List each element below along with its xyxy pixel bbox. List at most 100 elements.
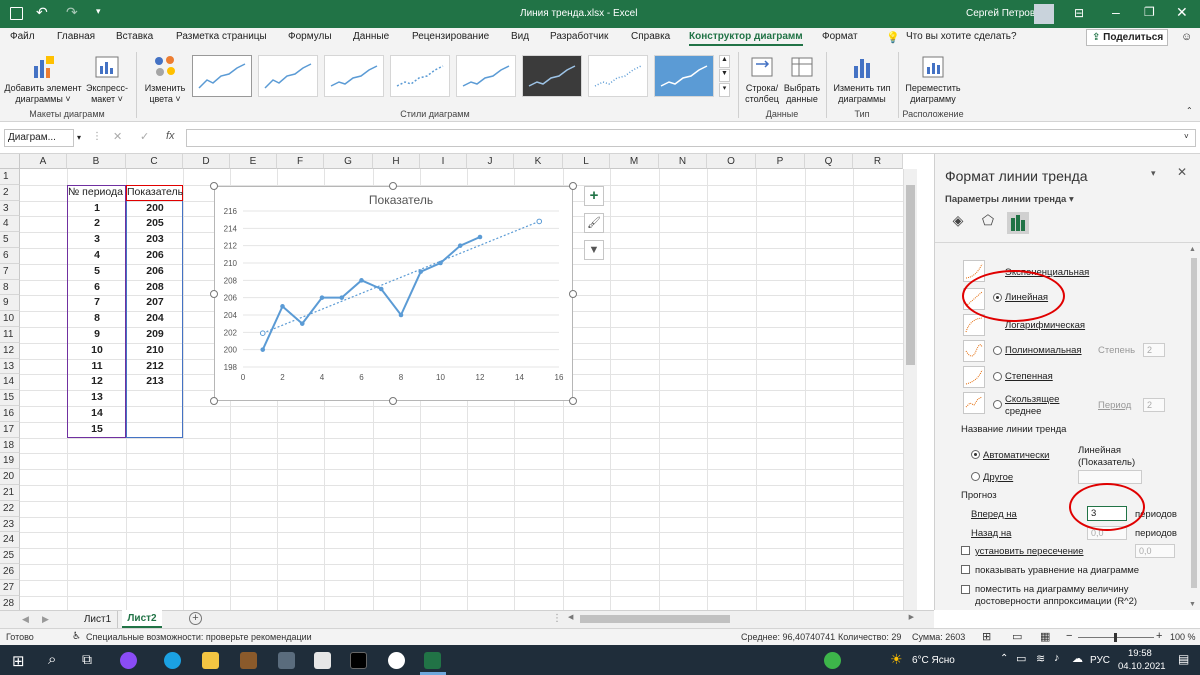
chart-style-3[interactable] (324, 55, 384, 97)
show-r2-label-1[interactable]: поместить на диаграмму величину (975, 584, 1129, 595)
value-cell[interactable]: 207 (127, 295, 183, 311)
row-header-17[interactable]: 17 (0, 421, 20, 438)
data-point[interactable] (359, 278, 364, 283)
column-header-h[interactable]: H (373, 154, 420, 169)
row-header-28[interactable]: 28 (0, 595, 20, 610)
sheet-tab-1[interactable]: Лист1 (78, 611, 118, 628)
language-indicator[interactable]: РУС (1090, 655, 1110, 666)
formula-input[interactable] (186, 129, 1196, 147)
row-header-25[interactable]: 25 (0, 548, 20, 564)
show-equation-checkbox[interactable] (961, 565, 970, 574)
row-header-26[interactable]: 26 (0, 564, 20, 580)
tray-chevron-icon[interactable]: ⌃ (1000, 653, 1008, 664)
quick-access-menu-icon[interactable]: ▾ (96, 6, 101, 17)
degree-spinner[interactable]: 2 (1143, 343, 1165, 357)
avatar[interactable] (1034, 4, 1054, 24)
column-header-p[interactable]: P (756, 154, 805, 169)
styles-more-icon[interactable]: ▾ (719, 83, 730, 97)
tab-page-layout[interactable]: Разметка страницы (176, 31, 267, 42)
row-header-12[interactable]: 12 (0, 342, 20, 359)
share-button[interactable]: ⇪ Поделиться (1086, 29, 1168, 46)
select-all-corner[interactable] (0, 154, 20, 169)
column-header-b[interactable]: B (67, 154, 126, 169)
worksheet-grid[interactable]: ABCDEFGHIJKLMNOPQR 1 2 3 4 5 6 7 8 9 10 11 12 13 14 15… (0, 154, 918, 610)
chart-style-7[interactable] (588, 55, 648, 97)
excel-taskbar-icon[interactable] (424, 652, 441, 669)
tell-me-search[interactable]: Что вы хотите сделать? (906, 31, 1017, 42)
styles-scroll-down-icon[interactable]: ▼ (719, 69, 730, 82)
period-spinner[interactable]: 2 (1143, 398, 1165, 412)
column-header-a[interactable]: A (20, 154, 67, 169)
windows-start-icon[interactable]: ⊞ (12, 652, 25, 670)
column-header-c[interactable]: C (126, 154, 183, 169)
fill-line-tab[interactable]: ◈ (947, 212, 969, 234)
undo-icon[interactable]: ↶ (36, 4, 48, 21)
name-box[interactable]: Диаграм... (4, 129, 74, 147)
data-point[interactable] (438, 260, 443, 266)
value-cell[interactable] (127, 390, 183, 406)
cloud-icon[interactable]: ☁ (1072, 652, 1083, 665)
clock-date[interactable]: 04.10.2021 (1118, 661, 1166, 672)
data-point[interactable] (280, 304, 285, 309)
period-cell[interactable]: 2 (68, 216, 126, 232)
row-header-1[interactable]: 1 (0, 169, 20, 185)
row-header-27[interactable]: 27 (0, 579, 20, 596)
column-header-e[interactable]: E (230, 154, 277, 169)
maximize-icon[interactable]: ❐ (1144, 5, 1155, 19)
redo-icon[interactable]: ↷ (66, 4, 78, 21)
column-header-f[interactable]: F (277, 154, 324, 169)
chart-style-6[interactable] (522, 55, 582, 97)
tab-format[interactable]: Формат (822, 31, 858, 42)
edge-icon[interactable] (164, 652, 181, 669)
option-moving-average-label-2[interactable]: среднее (1005, 406, 1041, 417)
accessibility-icon[interactable]: ♿ (72, 631, 81, 642)
chart-style-1[interactable] (192, 55, 252, 97)
minimize-icon[interactable]: – (1112, 4, 1120, 20)
chart-resize-handle[interactable] (389, 182, 397, 190)
data-point[interactable] (418, 269, 424, 274)
pane-scrollbar[interactable]: ▲ ▼ (1189, 246, 1199, 608)
intercept-checkbox[interactable] (961, 546, 970, 555)
option-power-label[interactable]: Степенная (1005, 371, 1053, 382)
zoom-out-icon[interactable]: − (1066, 630, 1072, 642)
clock-time[interactable]: 19:58 (1128, 648, 1152, 659)
period-cell[interactable]: 11 (68, 359, 126, 375)
row-header-7[interactable]: 7 (0, 263, 20, 280)
show-equation-label[interactable]: показывать уравнение на диаграмме (975, 565, 1139, 576)
tab-file[interactable]: Файл (10, 31, 35, 42)
close-icon[interactable]: ✕ (1176, 4, 1188, 21)
ribbon-display-icon[interactable]: ⊟ (1074, 6, 1084, 20)
tab-help[interactable]: Справка (631, 31, 670, 42)
intercept-label[interactable]: установить пересечение (975, 546, 1084, 557)
value-cell[interactable]: 213 (127, 374, 183, 390)
chart-resize-handle[interactable] (569, 397, 577, 405)
prev-sheet-icon[interactable]: ◀ (22, 614, 29, 625)
row-header-24[interactable]: 24 (0, 532, 20, 549)
tab-chart-design[interactable]: Конструктор диаграмм (689, 31, 803, 46)
row-header-11[interactable]: 11 (0, 327, 20, 343)
intercept-input[interactable]: 0,0 (1135, 544, 1175, 558)
vertical-scrollbar[interactable] (903, 169, 917, 610)
row-header-8[interactable]: 8 (0, 279, 20, 296)
horizontal-scroll-thumb[interactable] (580, 615, 730, 623)
chart-resize-handle[interactable] (389, 397, 397, 405)
option-poly-radio[interactable] (993, 346, 1002, 355)
add-sheet-icon[interactable]: + (189, 612, 202, 625)
column-header-j[interactable]: J (467, 154, 514, 169)
weather-icon[interactable]: ☀ (890, 651, 903, 668)
column-header-q[interactable]: Q (805, 154, 853, 169)
value-cell[interactable] (127, 422, 183, 438)
value-cell[interactable]: 212 (127, 359, 183, 375)
row-header-6[interactable]: 6 (0, 248, 20, 264)
header-period[interactable]: № периода (68, 185, 126, 201)
feedback-icon[interactable]: ☺ (1181, 31, 1192, 43)
tab-insert[interactable]: Вставка (116, 31, 153, 42)
column-header-d[interactable]: D (183, 154, 230, 169)
column-header-o[interactable]: O (707, 154, 756, 169)
chart-svg[interactable]: Показатель198200202204206208210212214216… (215, 187, 572, 400)
add-chart-element-button[interactable]: Добавить элемент диаграммы ˅ (4, 54, 82, 105)
photos-icon[interactable] (240, 652, 257, 669)
chart-resize-handle[interactable] (569, 182, 577, 190)
tab-formulas[interactable]: Формулы (288, 31, 332, 42)
row-header-14[interactable]: 14 (0, 374, 20, 391)
